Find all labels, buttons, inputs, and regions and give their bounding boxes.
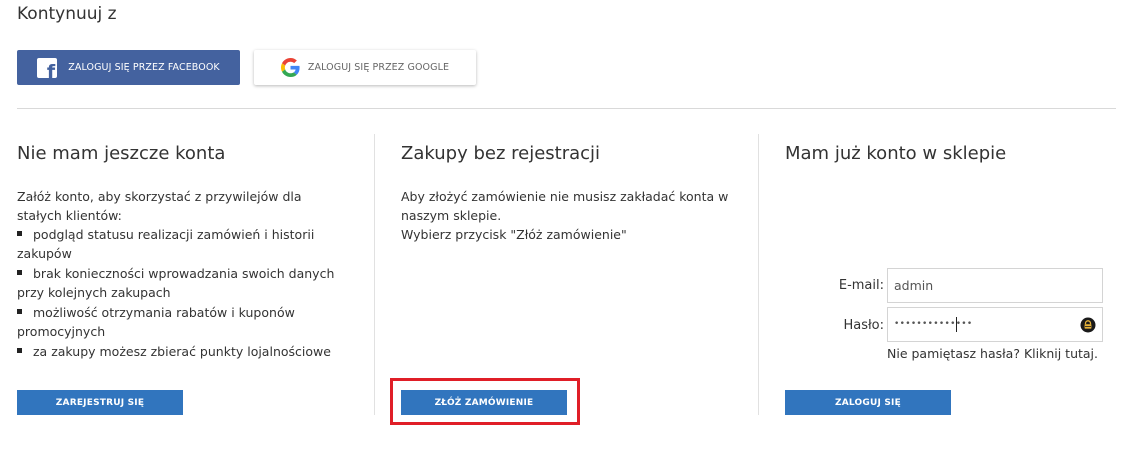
forgot-password-link[interactable]: Nie pamiętasz hasła? Kliknij tutaj.	[887, 346, 1098, 361]
list-item: brak konieczności wprowadzania swoich da…	[17, 264, 347, 302]
bullet-icon	[17, 348, 22, 353]
section-divider	[17, 108, 1116, 109]
list-item: podgląd statusu realizacji zamówień i hi…	[17, 225, 347, 263]
email-field[interactable]	[887, 268, 1103, 303]
benefit-text: za zakupy możesz zbierać punkty lojalnoś…	[33, 344, 331, 359]
bullet-icon	[17, 231, 22, 236]
google-icon	[280, 58, 300, 77]
password-label: Hasło:	[843, 318, 884, 333]
show-password-icon[interactable]	[1080, 317, 1096, 333]
google-login-label: ZALOGUJ SIĘ PRZEZ GOOGLE	[307, 62, 450, 73]
benefit-text: możliwość otrzymania rabatów i kuponów p…	[17, 305, 295, 339]
password-masked-value: ••••••••••••••	[894, 319, 973, 329]
list-item: za zakupy możesz zbierać punkty lojalnoś…	[17, 342, 347, 361]
list-item: możliwość otrzymania rabatów i kuponów p…	[17, 303, 347, 341]
benefit-text: podgląd statusu realizacji zamówień i hi…	[17, 227, 315, 261]
column-separator	[374, 134, 375, 415]
benefit-text: brak konieczności wprowadzania swoich da…	[17, 266, 335, 300]
register-intro: Załóż konto, aby skorzystać z przywilejó…	[17, 189, 302, 223]
place-order-button[interactable]: ZŁÓŻ ZAMÓWIENIE	[401, 390, 567, 415]
facebook-login-label: ZALOGUJ SIĘ PRZEZ FACEBOOK	[68, 62, 220, 73]
register-description: Załóż konto, aby skorzystać z przywilejó…	[17, 187, 347, 362]
guest-text-line2: Wybierz przycisk "Złóż zamówienie"	[401, 227, 627, 242]
email-label: E-mail:	[838, 278, 884, 293]
text-caret	[956, 317, 957, 332]
password-field[interactable]: ••••••••••••••	[887, 307, 1103, 342]
login-title: Mam już konto w sklepie	[785, 143, 1007, 164]
continue-title: Kontynuuj z	[17, 4, 117, 24]
guest-text-line1: Aby złożyć zamówienie nie musisz zakłada…	[401, 189, 729, 223]
login-button[interactable]: ZALOGUJ SIĘ	[785, 390, 951, 415]
column-separator	[758, 134, 759, 415]
facebook-icon: f	[37, 57, 58, 78]
register-button[interactable]: ZAREJESTRUJ SIĘ	[17, 390, 183, 415]
bullet-icon	[17, 270, 22, 275]
benefits-list: podgląd statusu realizacji zamówień i hi…	[17, 225, 347, 361]
bullet-icon	[17, 309, 22, 314]
facebook-login-button[interactable]: f ZALOGUJ SIĘ PRZEZ FACEBOOK	[17, 50, 240, 85]
register-title: Nie mam jeszcze konta	[17, 143, 226, 164]
google-login-button[interactable]: ZALOGUJ SIĘ PRZEZ GOOGLE	[254, 50, 476, 85]
guest-description: Aby złożyć zamówienie nie musisz zakłada…	[401, 187, 731, 244]
guest-title: Zakupy bez rejestracji	[401, 143, 601, 164]
